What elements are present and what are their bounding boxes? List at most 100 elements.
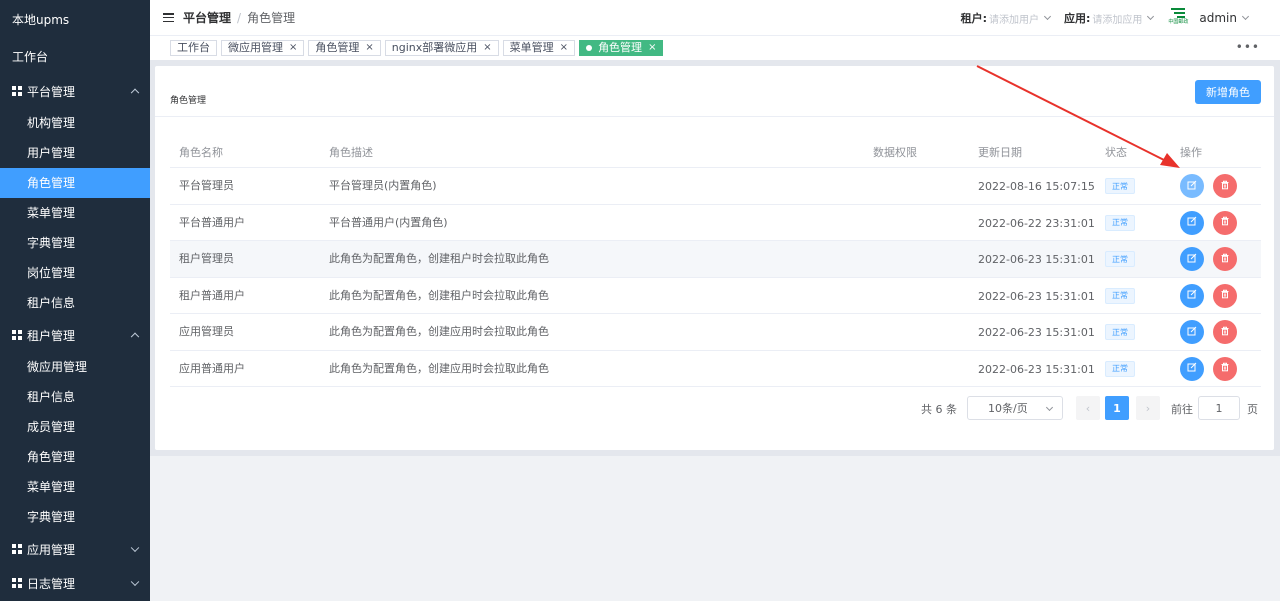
sidebar-brand[interactable]: 本地upms: [0, 0, 150, 40]
close-icon[interactable]: ×: [648, 41, 656, 55]
edit-icon: [1187, 180, 1197, 193]
col-name: 角色名称: [179, 145, 223, 159]
chevron-down-icon: [1043, 12, 1052, 21]
edit-button[interactable]: [1180, 356, 1204, 381]
tag-roles-active[interactable]: 角色管理 ×: [579, 40, 664, 56]
delete-button[interactable]: [1213, 356, 1237, 381]
sidebar-item-posts[interactable]: 岗位管理: [0, 258, 150, 288]
tag-microapp[interactable]: 微应用管理 ×: [221, 40, 305, 56]
ops-cell: [1180, 278, 1246, 314]
ops-cell: [1180, 168, 1246, 204]
edit-button[interactable]: [1180, 320, 1204, 344]
table-header: 角色名称 角色描述 数据权限 更新日期 状态 操作: [170, 136, 1261, 168]
sidebar-item-roles[interactable]: 角色管理: [0, 168, 150, 198]
tenant-label: 租户:: [960, 12, 987, 25]
sidebar-item-tenant-info-2[interactable]: 租户信息: [0, 382, 150, 412]
tag-workbench[interactable]: 工作台: [170, 40, 217, 56]
active-dot-icon: [586, 45, 593, 51]
breadcrumb-root[interactable]: 平台管理: [183, 9, 231, 26]
table-row: 平台普通用户 平台普通用户(内置角色) 2022-06-22 23:31:01 正常: [170, 205, 1261, 241]
more-icon[interactable]: •••: [1236, 40, 1260, 54]
sidebar-group-label: 租户管理: [27, 328, 76, 343]
close-icon[interactable]: ×: [483, 41, 491, 55]
user-menu[interactable]: admin: [1199, 11, 1250, 25]
role-name: 应用普通用户: [179, 361, 245, 375]
col-date: 更新日期: [978, 145, 1022, 159]
edit-button[interactable]: [1180, 174, 1204, 198]
col-status: 状态: [1105, 145, 1127, 159]
role-card: 角色管理 新增角色 角色名称 角色描述 数据权限 更新日期 状态 操作 平台管理…: [155, 66, 1274, 450]
tag-nginx[interactable]: nginx部署微应用 ×: [384, 40, 499, 56]
tag-label: 角色管理: [315, 41, 360, 54]
sidebar-item-menus[interactable]: 菜单管理: [0, 198, 150, 228]
page-size-value: 10条/页: [988, 402, 1028, 415]
grid-icon: [12, 544, 22, 554]
sidebar-item-org[interactable]: 机构管理: [0, 108, 150, 138]
sidebar-group-platform[interactable]: 平台管理: [0, 74, 150, 108]
app-select[interactable]: 应用: 请添加应用: [1064, 10, 1155, 26]
prev-page-button[interactable]: ‹: [1076, 396, 1100, 420]
edit-button[interactable]: [1180, 283, 1204, 308]
close-icon[interactable]: ×: [560, 41, 568, 55]
sidebar-item-tenant-dict[interactable]: 字典管理: [0, 502, 150, 532]
sidebar-group-label: 平台管理: [27, 84, 76, 99]
tag-label: 工作台: [177, 41, 210, 54]
role-name: 应用管理员: [179, 325, 234, 338]
page-number-current[interactable]: 1: [1105, 396, 1129, 420]
delete-button[interactable]: [1213, 210, 1237, 235]
delete-button[interactable]: [1213, 247, 1237, 271]
edit-button[interactable]: [1180, 210, 1204, 235]
hamburger-icon[interactable]: [163, 13, 174, 22]
role-desc: 此角色为配置角色，创建应用时会拉取此角色: [329, 361, 549, 375]
role-desc: 此角色为配置角色，创建租户时会拉取此角色: [329, 252, 549, 265]
status-badge: 正常: [1105, 360, 1135, 377]
edit-icon: [1187, 216, 1197, 229]
tenant-select[interactable]: 租户: 请添加用户: [960, 10, 1052, 26]
page-size-select[interactable]: 10条/页: [967, 396, 1063, 420]
sidebar-group-logs[interactable]: 日志管理: [0, 566, 150, 600]
sidebar-item-dict[interactable]: 字典管理: [0, 228, 150, 258]
sidebar-item-workbench[interactable]: 工作台: [0, 40, 150, 74]
next-page-button[interactable]: ›: [1136, 396, 1160, 420]
sidebar-item-tenant-menus[interactable]: 菜单管理: [0, 472, 150, 502]
delete-button[interactable]: [1213, 174, 1237, 198]
sidebar-group-tenant[interactable]: 租户管理: [0, 318, 150, 352]
status-cell: 正常: [1105, 351, 1135, 387]
tag-menus[interactable]: 菜单管理 ×: [502, 40, 576, 56]
grid-icon: [12, 578, 22, 588]
tag-label: 微应用管理: [228, 41, 283, 54]
sidebar-item-microapp[interactable]: 微应用管理: [0, 352, 150, 382]
tag-roles[interactable]: 角色管理 ×: [308, 40, 381, 56]
role-name: 平台普通用户: [179, 215, 245, 229]
trash-icon: [1220, 289, 1230, 302]
sidebar-group-apps[interactable]: 应用管理: [0, 532, 150, 566]
delete-button[interactable]: [1213, 320, 1237, 344]
delete-button[interactable]: [1213, 283, 1237, 308]
role-name: 平台管理员: [179, 179, 234, 192]
sidebar-item-users[interactable]: 用户管理: [0, 138, 150, 168]
goto-page-input[interactable]: 1: [1198, 396, 1240, 420]
sidebar-item-tenant-roles[interactable]: 角色管理: [0, 442, 150, 472]
divider: [155, 116, 1274, 117]
status-cell: 正常: [1105, 241, 1135, 277]
chevron-down-icon: [130, 543, 140, 553]
role-date: 2022-06-23 15:31:01: [978, 362, 1095, 376]
sidebar-item-tenant-info[interactable]: 租户信息: [0, 288, 150, 318]
sidebar: 本地upms 工作台 平台管理 机构管理 用户管理 角色管理 菜单管理 字典管理…: [0, 0, 150, 601]
status-badge: 正常: [1105, 324, 1135, 340]
close-icon[interactable]: ×: [289, 41, 297, 55]
add-role-button[interactable]: 新增角色: [1195, 80, 1261, 104]
edit-button[interactable]: [1180, 247, 1204, 271]
table-row: 应用管理员 此角色为配置角色，创建应用时会拉取此角色 2022-06-23 15:3…: [170, 314, 1261, 351]
status-cell: 正常: [1105, 205, 1135, 241]
sidebar-item-members[interactable]: 成员管理: [0, 412, 150, 442]
edit-icon: [1187, 362, 1197, 375]
trash-icon: [1220, 180, 1230, 193]
logo-text: 中国邮政: [1168, 19, 1189, 25]
trash-icon: [1220, 362, 1230, 375]
page-unit: 页: [1247, 403, 1258, 416]
grid-icon: [12, 86, 22, 96]
close-icon[interactable]: ×: [365, 41, 373, 55]
role-date: 2022-06-23 15:31:01: [978, 289, 1095, 303]
username: admin: [1199, 11, 1237, 25]
